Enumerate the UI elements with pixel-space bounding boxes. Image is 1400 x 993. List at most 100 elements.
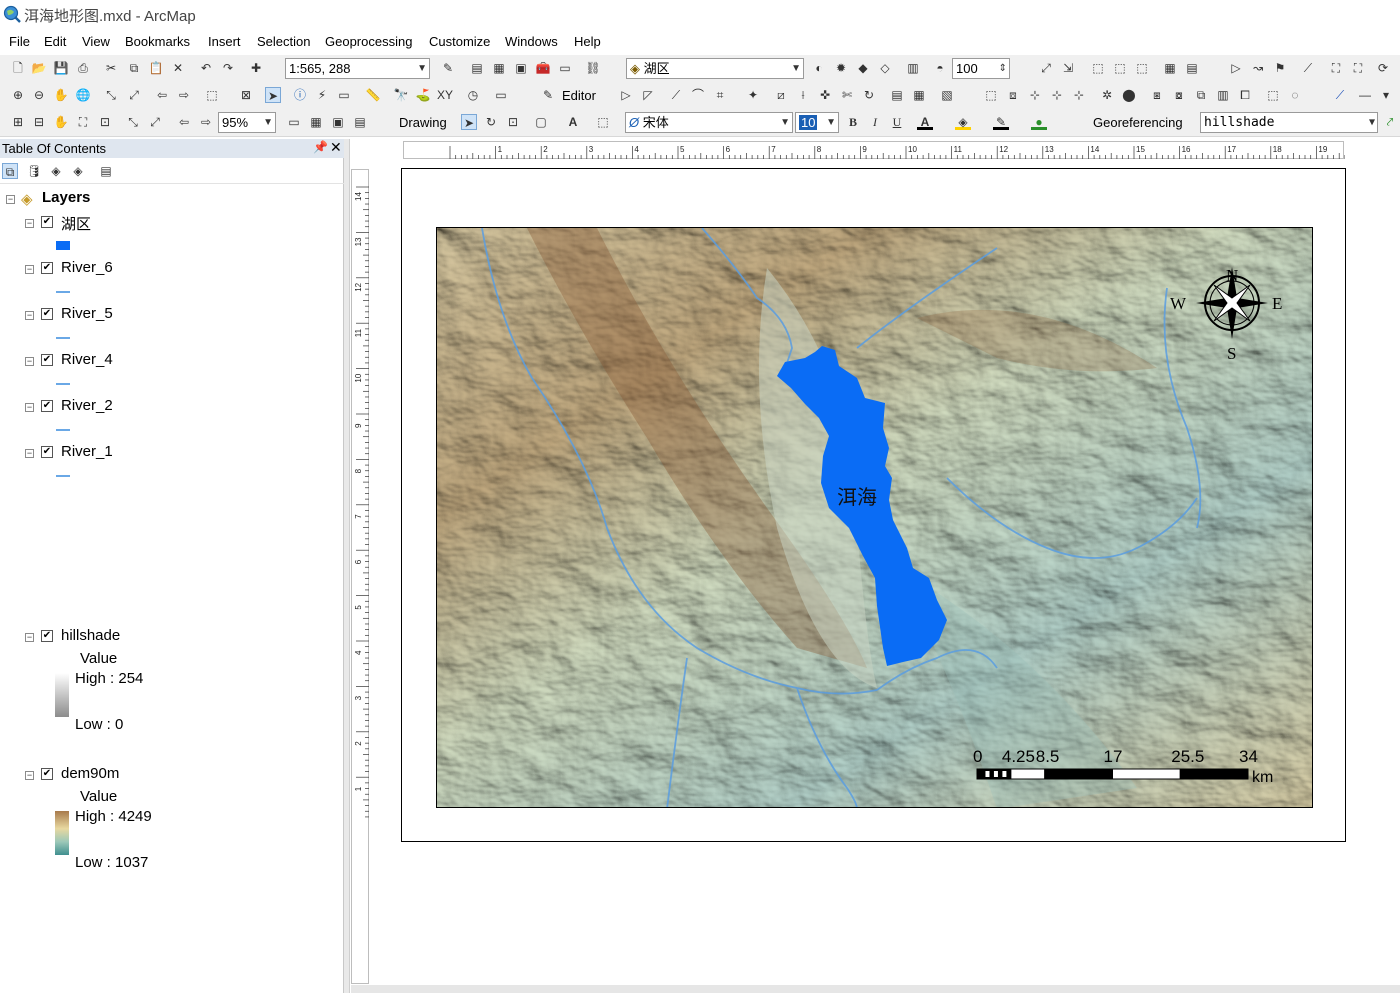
menu-edit[interactable]: Edit (44, 34, 66, 49)
shared-feature-icon[interactable]: ⊹ (1049, 87, 1065, 103)
editor-pen-icon[interactable]: ✎ (540, 87, 556, 103)
layer-collapse-toggle[interactable]: − (25, 311, 34, 320)
cut-polygon-icon[interactable]: ✜ (817, 87, 833, 103)
layout-forward-icon[interactable]: ⇨ (198, 114, 214, 130)
data-view-icon[interactable]: ⛶ (1350, 60, 1366, 76)
flag-icon[interactable]: ⚑ (1272, 60, 1288, 76)
font-color-icon[interactable]: A (917, 114, 933, 130)
drawing-select-arrow-icon[interactable]: ➤ (461, 114, 477, 130)
list-by-selection-icon[interactable]: ◈ (70, 163, 86, 179)
fixed-zoom-in-icon[interactable]: ⤡ (103, 87, 119, 103)
edit-vertices-icon[interactable]: ⧄ (773, 87, 789, 103)
georeferencing-menu[interactable]: Georeferencing (1093, 115, 1183, 130)
add-data-icon[interactable]: ✚ (248, 60, 264, 76)
clear-selection-icon[interactable]: ⬚ (1134, 60, 1150, 76)
split-icon[interactable]: ✄ (839, 87, 855, 103)
validate-icon[interactable]: ✲ (1099, 87, 1115, 103)
html-popup-icon[interactable]: ▭ (336, 87, 352, 103)
layout-page[interactable]: 洱海 N S E W 0 4.25 8.5 17 25.5 34 km (401, 168, 1346, 842)
find-binoculars-icon[interactable]: 🔭 (393, 87, 409, 103)
goto-xy-icon[interactable]: XY (437, 87, 453, 103)
map-topology-icon[interactable]: ⊹ (1027, 87, 1043, 103)
dem-layer-name[interactable]: dem90m (61, 765, 119, 782)
layer-visibility-checkbox[interactable]: ✔ (41, 354, 53, 366)
search-window-icon[interactable]: ▣ (513, 60, 529, 76)
drawing-menu[interactable]: Drawing (399, 115, 447, 130)
layout-fixed-in-icon[interactable]: ⤡ (125, 114, 141, 130)
hillshade-visibility-checkbox[interactable]: ✔ (41, 630, 53, 642)
layer-collapse-toggle[interactable]: − (25, 265, 34, 274)
zoom-out-icon[interactable]: ⊖ (31, 87, 47, 103)
map-scale-combo[interactable]: 1:565, 288 ▼ (285, 58, 430, 79)
close-icon[interactable]: ✕ (330, 139, 342, 156)
layer-visibility-checkbox[interactable]: ✔ (41, 308, 53, 320)
layer-visibility-checkbox[interactable]: ✔ (41, 400, 53, 412)
toc-options-icon[interactable]: ▤ (98, 163, 114, 179)
rectangle-icon[interactable]: ▢ (533, 114, 549, 130)
create-features-icon[interactable]: ▧ (939, 87, 955, 103)
print-icon[interactable]: ⎙ (75, 60, 91, 76)
rotate-icon[interactable]: ↻ (861, 87, 877, 103)
layers-collapse-toggle[interactable]: − (6, 195, 15, 204)
arrow-icon[interactable]: ▷ (1228, 60, 1244, 76)
layers-root[interactable]: Layers (42, 189, 90, 206)
zoom-to-raster-icon[interactable]: ⤢ (1038, 60, 1054, 76)
layer-collapse-toggle[interactable]: − (25, 449, 34, 458)
target-layer-combo[interactable]: ◈ 湖区 ▼ (626, 58, 804, 79)
attribute-table-icon[interactable]: ▤ (1184, 60, 1200, 76)
list-by-visibility-icon[interactable]: ◈ (48, 163, 64, 179)
fix-icon[interactable]: ⧆ (1149, 87, 1165, 103)
layout-fixed-out-icon[interactable]: ⤢ (147, 114, 163, 130)
trace-icon[interactable]: ⌗ (712, 87, 728, 103)
fill-color-icon[interactable]: ◈ (955, 114, 971, 130)
focus-data-frame-icon[interactable]: ▦ (308, 114, 324, 130)
buffer-icon[interactable]: ◌ (1287, 87, 1303, 103)
layout-zoom-out-icon[interactable]: ⊟ (31, 114, 47, 130)
refresh-icon[interactable]: ⟳ (1375, 60, 1391, 76)
edit-tool-icon[interactable]: ▷ (618, 87, 634, 103)
topology-icon[interactable]: ⬚ (983, 87, 999, 103)
toggle-draft-icon[interactable]: ▭ (286, 114, 302, 130)
fixed-zoom-out-icon[interactable]: ⤢ (126, 87, 142, 103)
menu-selection[interactable]: Selection (257, 34, 310, 49)
layout-zoom-combo[interactable]: 95% ▼ (218, 112, 276, 133)
route-icon[interactable]: ↝ (1250, 60, 1266, 76)
menu-insert[interactable]: Insert (208, 34, 241, 49)
full-extent-icon[interactable]: 🌐 (75, 87, 91, 103)
layer-name[interactable]: 湖区 (61, 213, 91, 234)
effects-icon[interactable]: ◆ (855, 60, 871, 76)
menu-windows[interactable]: Windows (505, 34, 558, 49)
zoom-100-icon[interactable]: ⊡ (97, 114, 113, 130)
forward-arrow-icon[interactable]: ⇨ (176, 87, 192, 103)
reshape-icon[interactable]: ⟊ (795, 87, 811, 103)
layout-view-icon[interactable]: ⛶ (1328, 60, 1344, 76)
hillshade-collapse-toggle[interactable]: − (25, 633, 34, 642)
list-by-source-icon[interactable]: 🛢 (26, 163, 42, 179)
editor-menu[interactable]: Editor (562, 88, 596, 103)
layer-visibility-checkbox[interactable]: ✔ (41, 216, 53, 228)
viewer-icon[interactable]: ▭ (493, 87, 509, 103)
arctoolbox-icon[interactable]: 🧰 (535, 60, 551, 76)
text-tool-icon[interactable]: A (565, 114, 581, 130)
select-by-rect-icon[interactable]: ⬚ (1090, 60, 1106, 76)
layer-visibility-checkbox[interactable]: ✔ (41, 446, 53, 458)
toc-window-icon[interactable]: ▤ (469, 60, 485, 76)
undo-icon[interactable]: ↶ (198, 60, 214, 76)
menu-file[interactable]: File (9, 34, 30, 49)
model-builder-icon[interactable]: ⛓ (585, 60, 601, 76)
pin-icon[interactable]: 📌 (313, 140, 328, 154)
merge-icon[interactable]: ⧉ (1193, 87, 1209, 103)
data-frame[interactable]: 洱海 N S E W 0 4.25 8.5 17 25.5 34 km (436, 227, 1313, 808)
menu-customize[interactable]: Customize (429, 34, 490, 49)
brightness-icon[interactable]: ✹ (833, 60, 849, 76)
select-elements-arrow-icon[interactable]: ➤ (265, 87, 281, 103)
measure-ruler-icon[interactable]: 📏 (365, 87, 381, 103)
menu-bookmarks[interactable]: Bookmarks (125, 34, 190, 49)
open-folder-icon[interactable]: 📂 (31, 60, 47, 76)
clear-selected-icon[interactable]: ⊠ (238, 87, 254, 103)
contrast-icon[interactable]: ◐ (811, 60, 827, 76)
georef-layer-combo[interactable]: hillshade ▼ (1200, 112, 1378, 133)
end-point-arc-icon[interactable]: ⌒ (690, 87, 706, 103)
layout-zoom-in-icon[interactable]: ⊞ (10, 114, 26, 130)
toc-splitter[interactable] (344, 139, 350, 993)
